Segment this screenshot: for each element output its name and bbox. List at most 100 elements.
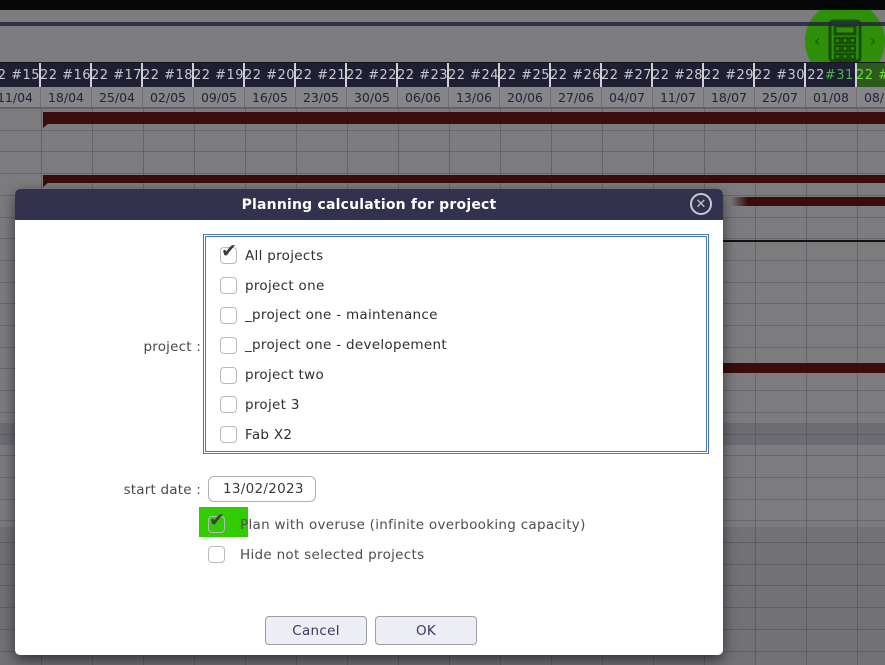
bar-start-flag: [43, 123, 49, 128]
chevron-left-icon[interactable]: ‹: [814, 32, 820, 50]
timeline-bottom-border: [0, 107, 885, 108]
timeline-week-row: 22 #1522 #1622 #1722 #1822 #1922 #2022 #…: [0, 63, 885, 87]
ok-button[interactable]: OK: [375, 616, 477, 645]
window-top-bar: [0, 0, 885, 10]
week-header-cell: 22 #22: [347, 63, 398, 87]
week-header-cell: 22 #16: [41, 63, 92, 87]
grid-hline: [0, 151, 885, 152]
checkbox-unchecked[interactable]: [220, 307, 237, 324]
project-field-label: project :: [55, 339, 201, 355]
dialog-title: Planning calculation for project: [15, 189, 723, 220]
week-date-cell: 30/05: [347, 87, 398, 108]
week-header-cell: 22 #20: [245, 63, 296, 87]
week-header-cell: 22 #18: [143, 63, 194, 87]
checkmark-icon: ✔: [209, 510, 225, 530]
checkbox-checked[interactable]: ✔: [220, 247, 237, 264]
chevron-right-icon[interactable]: ›: [870, 32, 876, 50]
week-date-cell: 20/06: [500, 87, 551, 108]
project-list-item[interactable]: project two: [206, 360, 706, 390]
option-label: Hide not selected projects: [240, 547, 424, 563]
project-list-item[interactable]: projet 3: [206, 390, 706, 420]
project-list-item-label: All projects: [245, 248, 324, 264]
project-list-item-label: _project one - maintenance: [245, 307, 438, 323]
week-header-cell: 22 #31: [806, 63, 857, 87]
week-header-cell: 22 #21: [296, 63, 347, 87]
checkbox-unchecked[interactable]: [220, 426, 237, 443]
week-header-cell: 22 #29: [704, 63, 755, 87]
project-list-item[interactable]: _project one - maintenance: [206, 301, 706, 331]
cancel-button[interactable]: Cancel: [265, 616, 367, 645]
app-screen: ‹ › 22 #1522 #1622 #1722 #1822 #1922 #20…: [0, 0, 885, 665]
week-date-cell: 08/08: [857, 87, 885, 108]
timeline-date-row: 11/0418/0425/0402/0509/0516/0523/0530/05…: [0, 87, 885, 108]
week-header-cell: 22 #15: [0, 63, 41, 87]
planning-calculation-dialog: Planning calculation for project ✕ proje…: [15, 189, 723, 655]
checkbox-unchecked[interactable]: [220, 367, 237, 384]
checkbox-unchecked[interactable]: [220, 277, 237, 294]
project-list-item[interactable]: [206, 450, 706, 454]
start-date-label: start date :: [55, 482, 201, 498]
gantt-task-bar: [730, 197, 885, 206]
bar-start-flag: [43, 182, 49, 187]
start-date-input[interactable]: [208, 476, 316, 502]
week-header-cell: 22 #24: [449, 63, 500, 87]
project-multiselect-list[interactable]: ✔ All projects project one _project one - m…: [203, 234, 709, 454]
week-header-cell: 22 #19: [194, 63, 245, 87]
week-date-cell: 09/05: [194, 87, 245, 108]
week-header-cell: 22 #28: [653, 63, 704, 87]
project-list-item[interactable]: _project one - developement: [206, 330, 706, 360]
grid-vline: [857, 108, 858, 665]
gantt-task-bar: [723, 363, 885, 373]
grid-vline: [806, 108, 807, 665]
toolbar-band: [0, 26, 885, 62]
grid-hline: [0, 130, 885, 131]
week-date-cell: 25/07: [755, 87, 806, 108]
week-date-cell: 01/08: [806, 87, 857, 108]
week-date-cell: 25/04: [92, 87, 143, 108]
project-list-item[interactable]: ✔ All projects: [206, 241, 706, 271]
week-date-cell: 11/07: [653, 87, 704, 108]
week-header-cell: 22 #17: [92, 63, 143, 87]
checkbox-checked[interactable]: ✔: [208, 516, 225, 533]
group-separator-line: [720, 240, 885, 242]
project-list-item-label: project two: [245, 367, 324, 383]
dialog-button-bar: Cancel OK: [15, 616, 723, 646]
week-date-cell: 06/06: [398, 87, 449, 108]
option-label: Plan with overuse (infinite overbooking …: [240, 517, 586, 533]
grid-hline: [0, 108, 885, 109]
grid-hline: [0, 173, 885, 174]
week-date-cell: 23/05: [296, 87, 347, 108]
project-list-item[interactable]: project one: [206, 271, 706, 301]
week-date-cell: 13/06: [449, 87, 500, 108]
top-band: [0, 10, 885, 22]
week-header-cell: 22 #30: [755, 63, 806, 87]
week-date-cell: 16/05: [245, 87, 296, 108]
week-header-cell: 22 #23: [398, 63, 449, 87]
week-date-cell: 04/07: [602, 87, 653, 108]
project-list-item-label: Fab X2: [245, 427, 292, 443]
checkbox-unchecked[interactable]: [220, 337, 237, 354]
gantt-task-bar: [43, 175, 885, 183]
week-date-cell: 18/07: [704, 87, 755, 108]
week-header-cell: 22 #32: [857, 63, 885, 87]
option-row[interactable]: Hide not selected projects: [208, 546, 424, 563]
week-header-cell: 22 #25: [500, 63, 551, 87]
week-date-cell: 18/04: [41, 87, 92, 108]
header-divider: [0, 22, 885, 26]
grid-vline: [755, 108, 756, 665]
project-list-item-label: project one: [245, 278, 325, 294]
checkbox-unchecked[interactable]: [220, 396, 237, 413]
project-list-item-label: projet 3: [245, 397, 300, 413]
week-date-cell: 27/06: [551, 87, 602, 108]
project-list-item[interactable]: Fab X2: [206, 420, 706, 450]
project-list-item-label: _project one - developement: [245, 337, 447, 353]
week-header-cell: 22 #26: [551, 63, 602, 87]
gantt-task-bar: [43, 112, 885, 124]
option-row[interactable]: ✔ Plan with overuse (infinite overbooking…: [208, 516, 586, 533]
checkmark-icon: ✔: [221, 241, 237, 261]
week-date-cell: 02/05: [143, 87, 194, 108]
checkbox-unchecked[interactable]: [208, 546, 225, 563]
week-header-cell: 22 #27: [602, 63, 653, 87]
close-icon[interactable]: ✕: [690, 193, 712, 215]
week-date-cell: 11/04: [0, 87, 41, 108]
